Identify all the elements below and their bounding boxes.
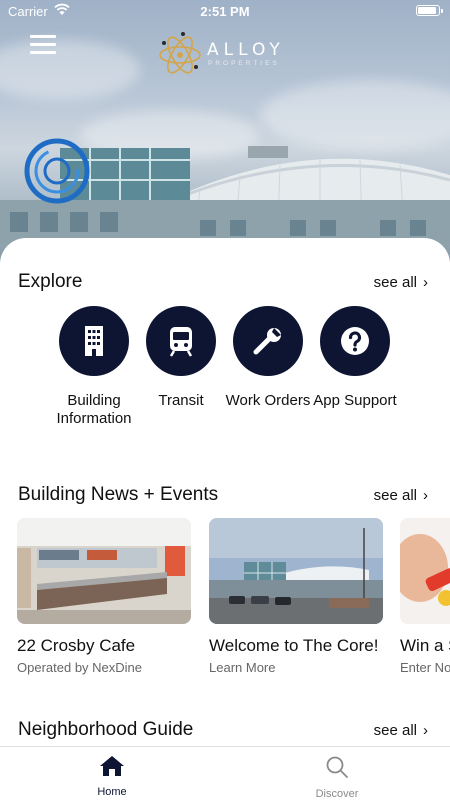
explore-label: Transit bbox=[158, 392, 204, 409]
explore-work-orders[interactable]: Work Orders bbox=[224, 306, 312, 410]
logo-subtext: PROPERTIES bbox=[208, 60, 280, 67]
see-all-label: see all bbox=[373, 274, 417, 291]
explore-see-all-link[interactable]: see all › bbox=[374, 274, 428, 291]
tab-home[interactable]: Home bbox=[72, 755, 152, 798]
see-all-label: see all bbox=[373, 722, 417, 739]
tab-label: Discover bbox=[315, 788, 359, 800]
core-building-photo bbox=[209, 518, 383, 624]
news-card[interactable]: 22 Crosby Cafe Operated by NexDine bbox=[17, 518, 191, 675]
neighborhood-see-all-link[interactable]: see all › bbox=[374, 722, 428, 739]
news-see-all-link[interactable]: see all › bbox=[374, 487, 428, 504]
card-subtitle: Enter No bbox=[400, 660, 450, 675]
hamburger-menu-icon[interactable] bbox=[30, 35, 56, 57]
content-sheet: Explore see all › Building Information T… bbox=[0, 238, 450, 758]
see-all-label: see all bbox=[373, 487, 417, 504]
explore-building-information[interactable]: Building Information bbox=[50, 306, 138, 428]
chevron-right-icon: › bbox=[423, 722, 428, 739]
search-icon bbox=[326, 756, 348, 778]
neighborhood-title: Neighborhood Guide bbox=[18, 719, 194, 740]
contest-photo bbox=[400, 518, 450, 624]
card-subtitle: Learn More bbox=[209, 660, 276, 675]
news-card[interactable]: Win a S Enter No bbox=[400, 518, 450, 675]
clock: 2:51 PM bbox=[200, 4, 250, 19]
tab-label: Home bbox=[97, 786, 127, 798]
explore-label: Building Information bbox=[56, 392, 132, 427]
building-icon bbox=[85, 326, 103, 356]
card-title: 22 Crosby Cafe bbox=[17, 636, 136, 655]
wrench-icon bbox=[253, 328, 281, 355]
explore-label: Work Orders bbox=[225, 392, 311, 409]
tab-discover[interactable]: Discover bbox=[297, 755, 377, 800]
status-bar: Carrier 2:51 PM bbox=[0, 0, 450, 22]
logo-text: ALLOY bbox=[207, 40, 285, 60]
explore-app-support[interactable]: App Support bbox=[311, 306, 399, 410]
building-logo-icon bbox=[24, 138, 90, 204]
battery-icon bbox=[416, 5, 443, 16]
card-title: Win a S bbox=[400, 636, 450, 655]
cafe-photo bbox=[17, 518, 191, 624]
atom-logo-icon bbox=[159, 32, 201, 74]
card-subtitle: Operated by NexDine bbox=[17, 660, 143, 675]
explore-label: App Support bbox=[313, 392, 397, 409]
question-icon bbox=[341, 327, 369, 355]
explore-title: Explore bbox=[18, 271, 83, 292]
alloy-logo: ALLOY PROPERTIES bbox=[155, 30, 300, 78]
card-title: Welcome to The Core! bbox=[209, 636, 379, 655]
home-icon bbox=[100, 756, 124, 776]
tab-bar: Home Discover bbox=[0, 746, 450, 800]
train-icon bbox=[169, 327, 193, 357]
news-card[interactable]: Welcome to The Core! Learn More bbox=[209, 518, 383, 675]
chevron-right-icon: › bbox=[423, 487, 428, 504]
explore-transit[interactable]: Transit bbox=[137, 306, 225, 410]
news-title: Building News + Events bbox=[18, 484, 219, 505]
chevron-right-icon: › bbox=[423, 274, 428, 291]
